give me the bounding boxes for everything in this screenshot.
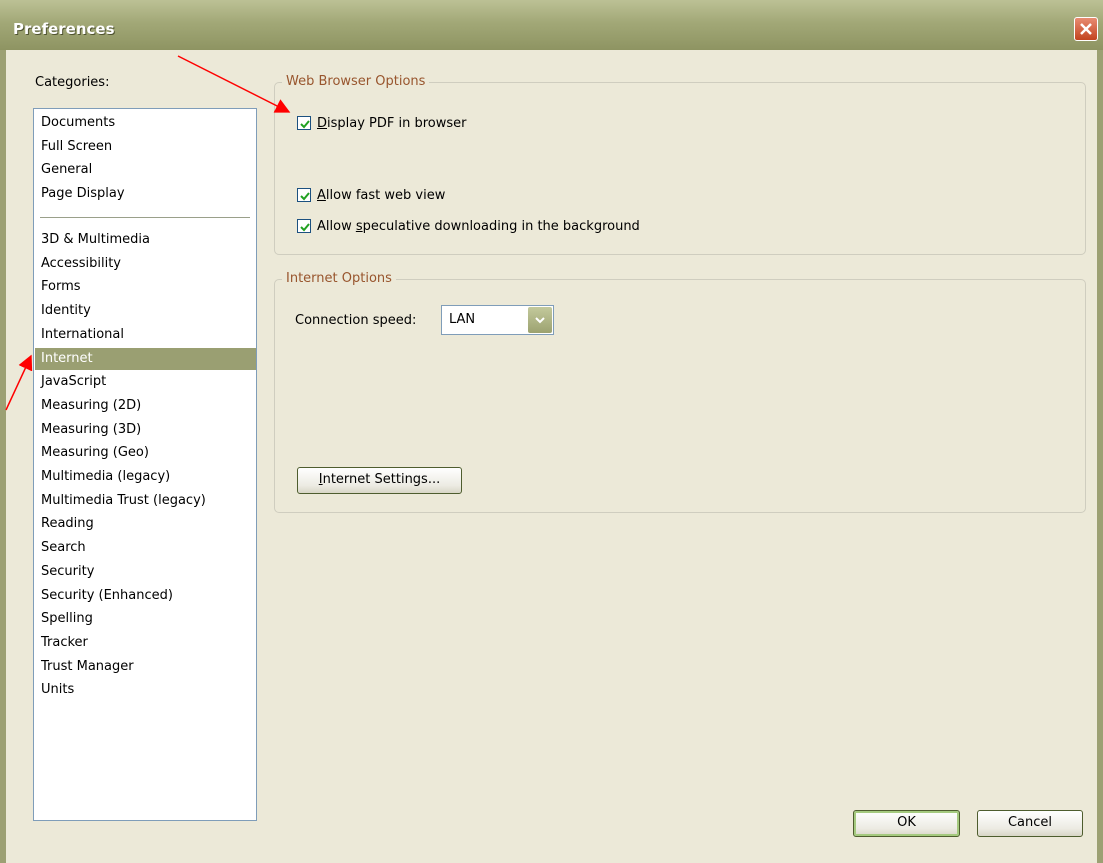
display-pdf-label: Display PDF in browser: [317, 115, 467, 132]
title-bar[interactable]: Preferences: [0, 0, 1103, 50]
cancel-button[interactable]: Cancel: [977, 810, 1083, 837]
connection-speed-value: LAN: [449, 312, 476, 327]
web-browser-options-title: Web Browser Options: [282, 74, 430, 89]
fast-web-view-label: Allow fast web view: [317, 187, 445, 204]
display-pdf-checkbox[interactable]: [297, 116, 311, 130]
display-pdf-mnemonic: D: [317, 116, 328, 131]
fast-web-view-checkbox[interactable]: [297, 188, 311, 202]
close-button[interactable]: [1074, 17, 1098, 41]
connection-speed-select[interactable]: LAN: [441, 305, 554, 335]
chevron-down-icon: [535, 317, 545, 324]
category-item[interactable]: Identity: [35, 300, 256, 322]
internet-options-title: Internet Options: [282, 271, 396, 286]
display-pdf-text: isplay PDF in browser: [327, 116, 467, 131]
category-item[interactable]: Trust Manager: [35, 656, 256, 678]
category-item[interactable]: Forms: [35, 276, 256, 298]
categories-list[interactable]: Documents Full Screen General Page Display …: [33, 108, 257, 821]
checkmark-icon: [300, 192, 310, 201]
category-item[interactable]: Spelling: [35, 608, 256, 630]
category-item[interactable]: General: [35, 159, 256, 181]
category-item[interactable]: Security: [35, 561, 256, 583]
category-item[interactable]: Accessibility: [35, 253, 256, 275]
window-title: Preferences: [13, 20, 115, 38]
connection-speed-label: Connection speed:: [295, 313, 417, 328]
category-item[interactable]: Multimedia (legacy): [35, 466, 256, 488]
category-item[interactable]: Full Screen: [35, 136, 256, 158]
category-item[interactable]: Measuring (3D): [35, 419, 256, 441]
speculative-mnemonic: s: [355, 219, 363, 234]
connection-speed-dropdown-button[interactable]: [528, 307, 552, 333]
category-item[interactable]: Units: [35, 679, 256, 701]
fast-web-view-mnemonic: A: [317, 188, 326, 203]
category-item[interactable]: Measuring (2D): [35, 395, 256, 417]
category-item[interactable]: Measuring (Geo): [35, 442, 256, 464]
speculative-download-label: Allow speculative downloading in the bac…: [317, 218, 640, 235]
speculative-text: peculative downloading in the background: [362, 219, 640, 234]
category-item[interactable]: Documents: [35, 112, 256, 134]
category-item[interactable]: Reading: [35, 513, 256, 535]
speculative-download-checkbox[interactable]: [297, 219, 311, 233]
categories-separator: [40, 217, 250, 218]
category-item[interactable]: Tracker: [35, 632, 256, 654]
category-item[interactable]: 3D & Multimedia: [35, 229, 256, 251]
category-item[interactable]: Page Display: [35, 183, 256, 205]
fast-web-view-text: llow fast web view: [325, 188, 446, 203]
category-item[interactable]: Multimedia Trust (legacy): [35, 490, 256, 512]
internet-settings-button[interactable]: Internet Settings...: [297, 467, 462, 494]
internet-settings-text: nternet Settings...: [322, 472, 441, 487]
window-frame-right: [1097, 50, 1103, 863]
categories-label: Categories:: [35, 75, 110, 90]
category-item[interactable]: Search: [35, 537, 256, 559]
checkmark-icon: [300, 223, 310, 232]
checkmark-icon: [300, 120, 310, 129]
category-item[interactable]: Security (Enhanced): [35, 585, 256, 607]
category-item[interactable]: JavaScript: [35, 371, 256, 393]
speculative-prefix: Allow: [317, 219, 356, 234]
ok-button[interactable]: OK: [853, 810, 960, 837]
category-item[interactable]: International: [35, 324, 256, 346]
close-icon: [1080, 23, 1092, 35]
category-item-selected[interactable]: Internet: [35, 347, 256, 370]
